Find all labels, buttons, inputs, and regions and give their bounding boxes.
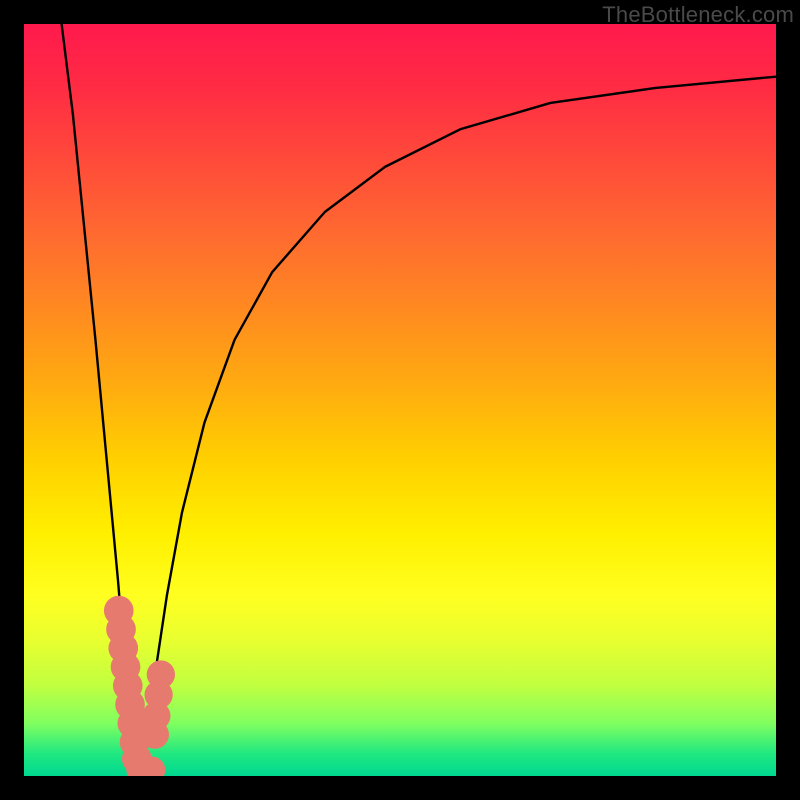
outer-frame: TheBottleneck.com [0, 0, 800, 800]
watermark-text: TheBottleneck.com [602, 2, 794, 28]
curve-right-branch [137, 77, 776, 776]
curve-svg [24, 24, 776, 776]
marker-dot [147, 660, 175, 688]
marker-dots [104, 596, 175, 776]
plot-area [24, 24, 776, 776]
